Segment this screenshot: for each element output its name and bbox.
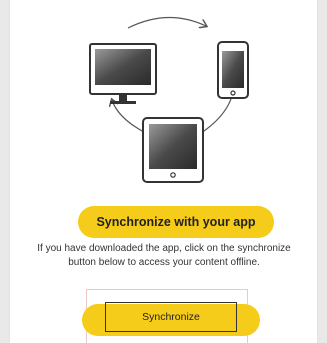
sync-description: If you have downloaded the app, click on…: [18, 242, 310, 270]
sync-heading-text: Synchronize with your app: [96, 215, 256, 229]
description-line-1: If you have downloaded the app, click on…: [37, 243, 291, 254]
sync-panel: Synchronize with your app If you have do…: [10, 0, 317, 343]
description-line-2: button below to access your content offl…: [68, 257, 260, 268]
sync-heading: Synchronize with your app: [78, 206, 274, 238]
synchronize-button[interactable]: Synchronize: [105, 302, 237, 332]
synchronize-button-label: Synchronize: [142, 311, 200, 323]
desktop-monitor-icon: [89, 43, 157, 104]
sync-illustration: [89, 16, 249, 183]
smartphone-icon: [217, 41, 249, 99]
tablet-icon: [142, 117, 204, 183]
